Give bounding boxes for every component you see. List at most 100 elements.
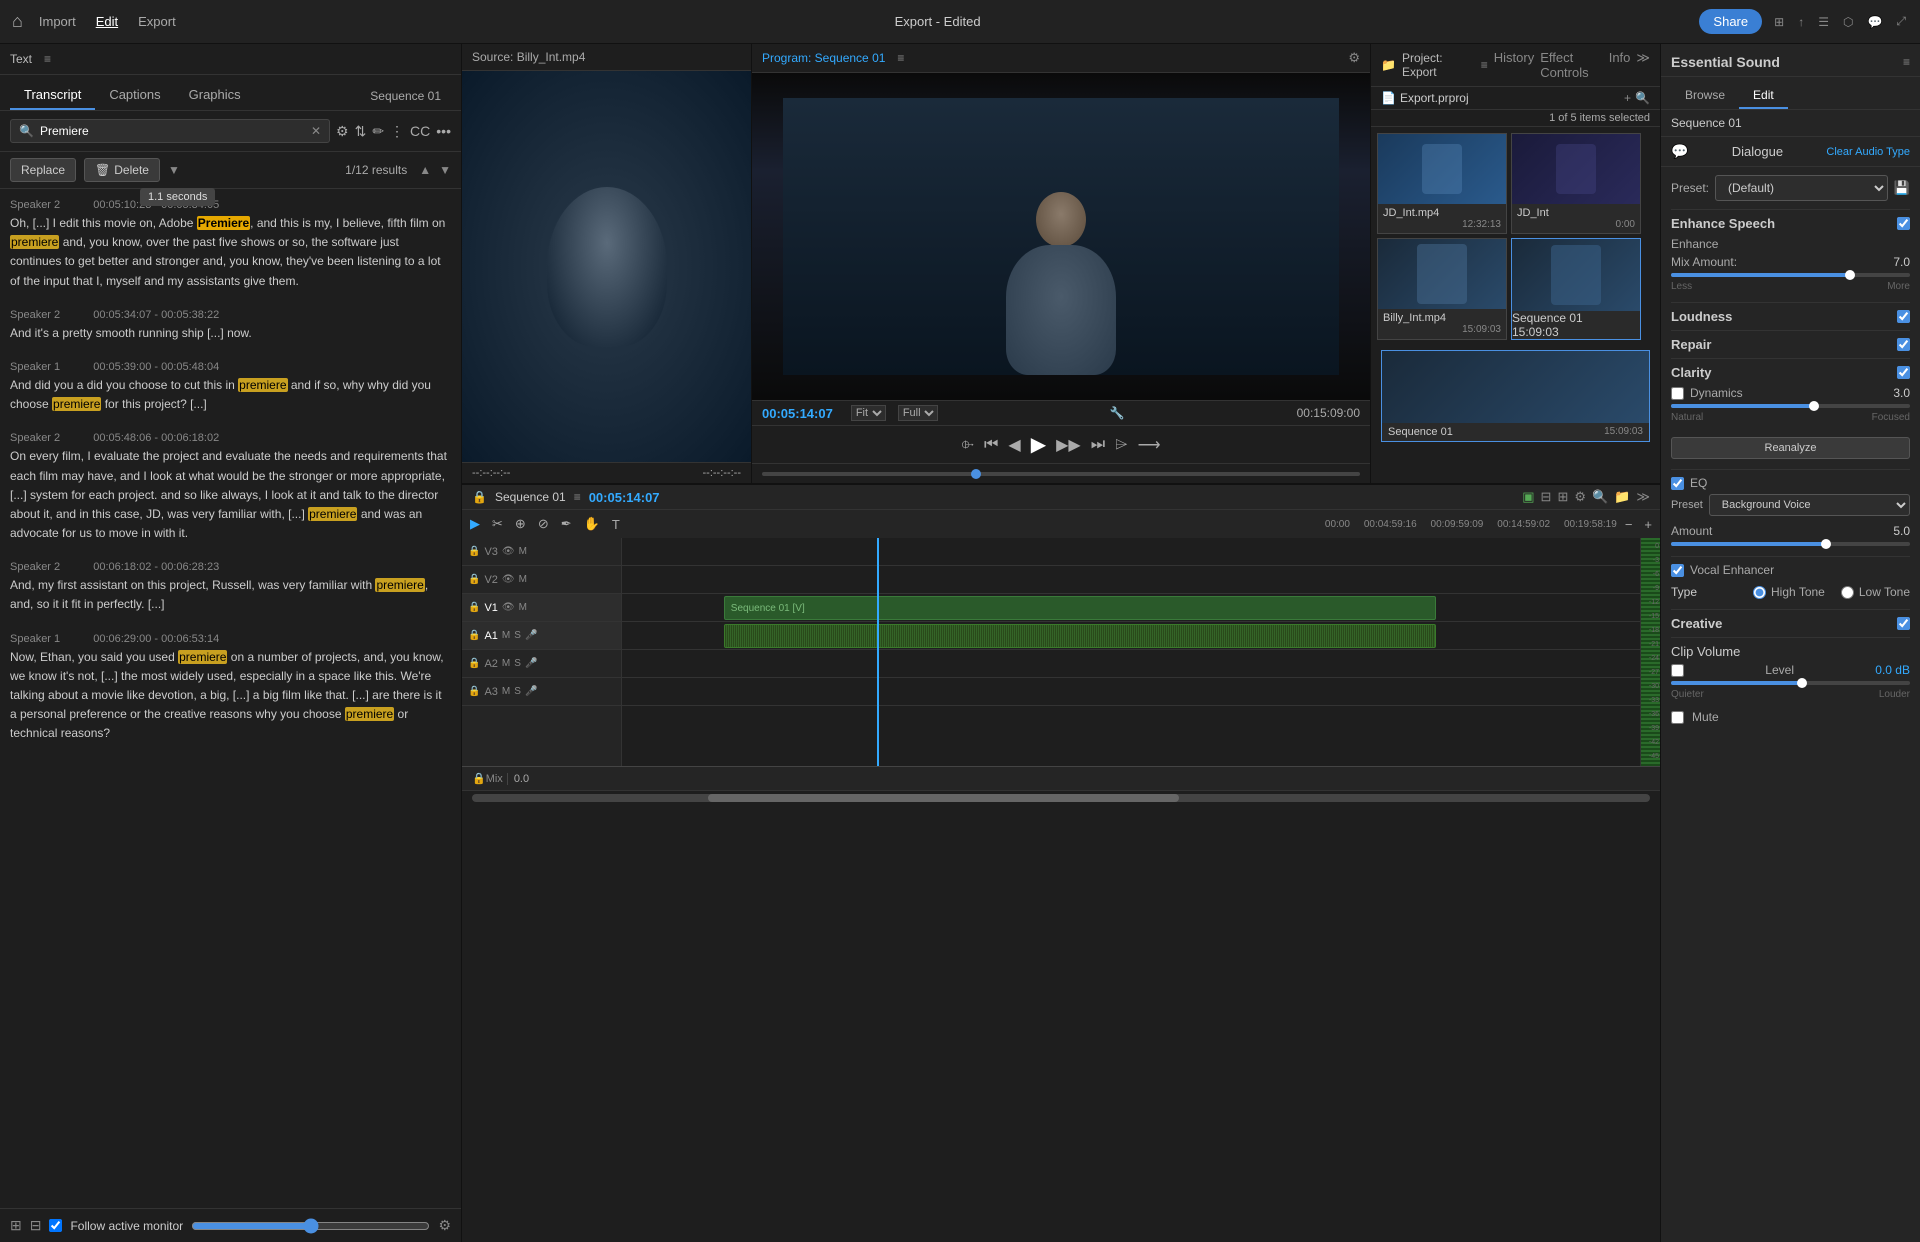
mix-amount-slider-handle[interactable] <box>1845 270 1855 280</box>
track-mic-a3[interactable]: 🎤 <box>525 686 537 697</box>
track-mute-v2[interactable]: M <box>519 574 527 585</box>
track-eye-v3[interactable]: 👁 <box>502 546 515 557</box>
next-result-icon[interactable]: ▼ <box>439 163 451 177</box>
footer-icon-1[interactable]: ⊞ <box>10 1217 22 1234</box>
tl-more-icon[interactable]: ≫ <box>1636 489 1650 505</box>
program-tools-icon[interactable]: 🔧 <box>1110 406 1125 420</box>
home-icon[interactable]: ⌂ <box>12 11 23 32</box>
tl-ripple-tool[interactable]: ⊕ <box>511 514 530 534</box>
step-back-icon[interactable]: ⏮ <box>984 436 998 454</box>
tl-folder-icon[interactable]: 📁 <box>1614 489 1630 505</box>
track-m-a3[interactable]: M <box>502 686 510 697</box>
history-tab[interactable]: History <box>1494 50 1534 80</box>
track-lock-v2[interactable]: 🔒 <box>468 574 480 585</box>
clarity-slider-handle[interactable] <box>1809 401 1819 411</box>
nav-import[interactable]: Import <box>39 14 76 29</box>
repair-checkbox[interactable] <box>1897 338 1910 351</box>
caption-icon2[interactable]: CC <box>410 123 430 139</box>
step-forward-icon[interactable]: ⏭ <box>1091 436 1105 454</box>
clear-search-icon[interactable]: ✕ <box>311 124 321 138</box>
dynamics-checkbox[interactable] <box>1671 387 1684 400</box>
eq-checkbox[interactable] <box>1671 477 1684 490</box>
track-eye-v2[interactable]: 👁 <box>502 574 515 585</box>
timeline-scroll-handle[interactable] <box>708 794 1179 802</box>
eq-preset-select[interactable]: Background Voice <box>1709 494 1910 516</box>
eq-amount-slider-handle[interactable] <box>1821 539 1831 549</box>
tl-hand-tool[interactable]: ✋ <box>580 514 604 534</box>
mark-in-icon[interactable]: ⌱ <box>961 436 973 454</box>
tl-zoom-in-icon[interactable]: + <box>1640 515 1656 534</box>
tl-search-icon[interactable]: 🔍 <box>1592 489 1608 505</box>
project-menu-icon[interactable]: ≡ <box>1481 58 1488 72</box>
media-item-billy[interactable]: Billy_Int.mp4 15:09:03 <box>1377 238 1507 340</box>
zoom-slider[interactable] <box>191 1218 430 1234</box>
export-icon[interactable]: ↑ <box>1796 13 1806 31</box>
delete-button[interactable]: 🗑 Delete <box>84 158 160 182</box>
footer-icon-2[interactable]: ⊟ <box>30 1217 42 1234</box>
tl-clip-mode-icon[interactable]: ⊟ <box>1541 489 1552 505</box>
tab-transcript[interactable]: Transcript <box>10 81 95 110</box>
track-eye-v1[interactable]: 👁 <box>502 602 515 613</box>
mix-amount-slider-track[interactable] <box>1671 273 1910 277</box>
tl-tools-icon[interactable]: ⚙ <box>1574 489 1586 505</box>
play-back-icon[interactable]: ◀ <box>1008 435 1020 455</box>
more-icon[interactable]: ••• <box>436 123 451 139</box>
track-content-v3[interactable] <box>622 538 1640 566</box>
vocal-enhancer-checkbox[interactable] <box>1671 564 1684 577</box>
tl-razor-tool[interactable]: ✂ <box>488 514 507 534</box>
es-tab-browse[interactable]: Browse <box>1671 83 1739 109</box>
nav-edit[interactable]: Edit <box>96 14 118 29</box>
tab-graphics[interactable]: Graphics <box>175 81 255 110</box>
creative-checkbox[interactable] <box>1897 617 1910 630</box>
media-item-sequence[interactable]: Sequence 01 15:09:03 <box>1511 238 1641 340</box>
panel-menu-icon[interactable]: ≡ <box>44 52 51 66</box>
track-lock-v3[interactable]: 🔒 <box>468 546 480 557</box>
es-menu-icon[interactable]: ≡ <box>1903 55 1910 69</box>
follow-monitor-checkbox[interactable] <box>49 1219 62 1232</box>
track-lock-v1[interactable]: 🔒 <box>468 602 480 613</box>
fullscreen-icon[interactable]: ⤢ <box>1894 12 1908 31</box>
mix-icon[interactable]: 🔒 <box>472 772 486 785</box>
tl-seq-menu-icon[interactable]: ≡ <box>574 490 581 504</box>
track-s-a3[interactable]: S <box>514 686 521 697</box>
play-forward-icon[interactable]: ▶▶ <box>1056 435 1081 455</box>
workspace-icon[interactable]: ⊞ <box>1772 13 1786 31</box>
clear-audio-button[interactable]: Clear Audio Type <box>1826 146 1910 158</box>
settings-icon[interactable]: ⚙ <box>438 1217 451 1234</box>
list-icon[interactable]: ☰ <box>1816 13 1831 31</box>
info-tab[interactable]: Info <box>1609 50 1631 80</box>
reanalyze-button[interactable]: Reanalyze <box>1671 437 1910 459</box>
track-content-v2[interactable] <box>622 566 1640 594</box>
replace-button[interactable]: Replace <box>10 158 76 182</box>
media-item-jd-int[interactable]: JD_Int.mp4 12:32:13 <box>1377 133 1507 234</box>
effect-controls-tab[interactable]: Effect Controls <box>1540 50 1603 80</box>
track-m-a2[interactable]: M <box>502 658 510 669</box>
level-checkbox[interactable] <box>1671 664 1684 677</box>
full-select[interactable]: Full <box>898 405 938 421</box>
tab-captions[interactable]: Captions <box>95 81 174 110</box>
share-button[interactable]: Share <box>1699 9 1762 34</box>
program-menu-icon[interactable]: ≡ <box>897 51 904 65</box>
track-mute-v1[interactable]: M <box>519 602 527 613</box>
tl-slip-tool[interactable]: ⊘ <box>534 514 553 534</box>
track-mic-a1[interactable]: 🎤 <box>525 630 537 641</box>
insert-icon[interactable]: ⟶ <box>1138 435 1161 455</box>
tl-pen-tool[interactable]: ✒ <box>557 514 576 534</box>
track-content-v1[interactable]: Sequence 01 [V] <box>622 594 1640 622</box>
tl-add-marker-icon[interactable]: ▣ <box>1522 489 1534 505</box>
nav-export[interactable]: Export <box>138 14 176 29</box>
color-icon[interactable]: ⬡ <box>1841 13 1855 31</box>
media-item-jd-int-clip[interactable]: JD_Int 0:00 <box>1511 133 1641 234</box>
tl-zoom-out-icon[interactable]: − <box>1621 515 1637 534</box>
track-lock-a2[interactable]: 🔒 <box>468 658 480 669</box>
sequence-large-item[interactable]: Sequence 01 15:09:03 <box>1381 350 1650 442</box>
tl-select-tool[interactable]: ▶ <box>466 514 484 534</box>
track-s-a2[interactable]: S <box>514 658 521 669</box>
es-tab-edit[interactable]: Edit <box>1739 83 1788 109</box>
level-slider-track[interactable] <box>1671 681 1910 685</box>
filter-icon[interactable]: ⚙ <box>336 123 349 140</box>
track-content-a3[interactable] <box>622 678 1640 706</box>
search-project-icon[interactable]: 🔍 <box>1635 91 1650 105</box>
search-input[interactable] <box>40 124 311 138</box>
clarity-checkbox[interactable] <box>1897 366 1910 379</box>
